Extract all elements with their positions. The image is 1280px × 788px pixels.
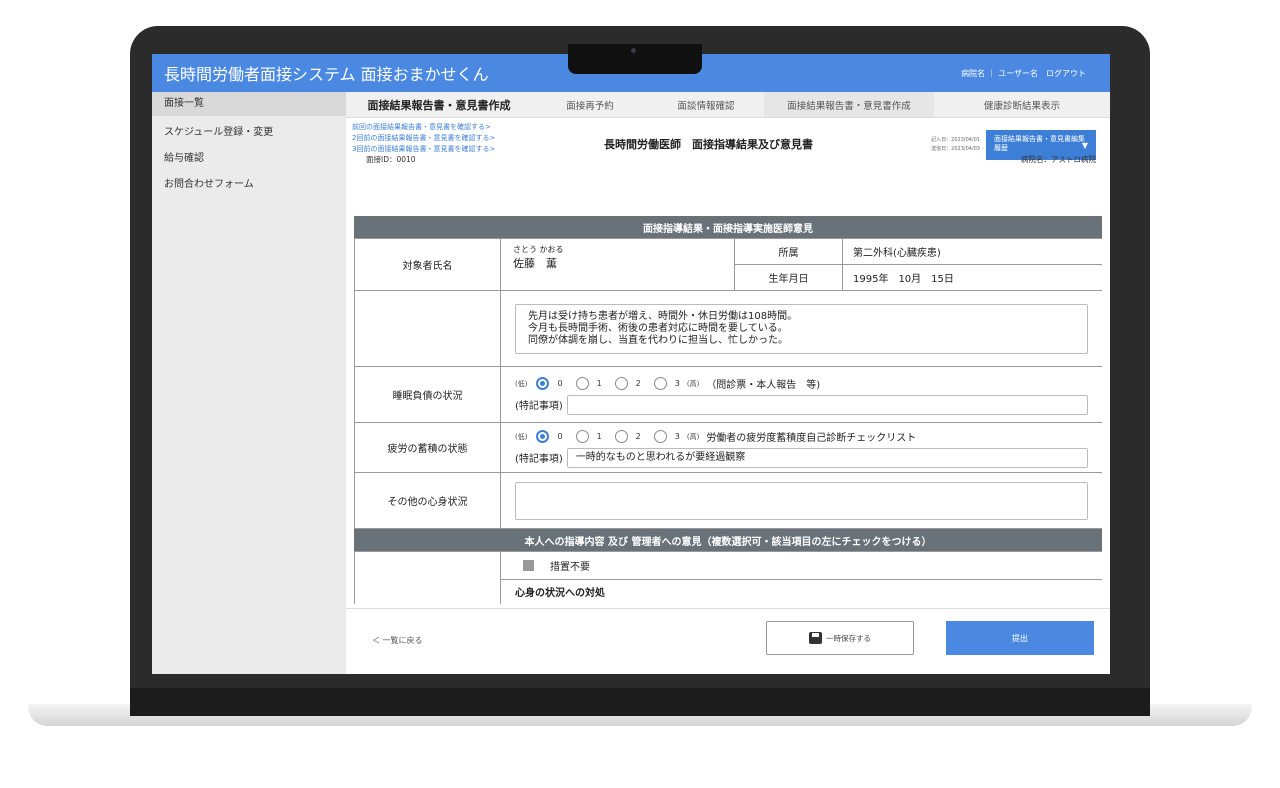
subject-name: 佐藤 薫 bbox=[513, 256, 557, 270]
fatigue-cell: (低) 0 1 2 3 (高) 労働者の疲労度蓄積度自己診断チェックリスト (特… bbox=[500, 422, 1102, 473]
sleep-radio-3[interactable] bbox=[653, 377, 667, 390]
section-header-results: 面接指導結果・面接指導実施医師意見 bbox=[354, 216, 1102, 238]
sidebar: 面接一覧 スケジュール登録・変更 給与確認 お問合わせフォーム bbox=[152, 92, 346, 674]
fatigue-radio-1[interactable] bbox=[575, 430, 589, 443]
sleep-debt-label: 睡眠負債の状況 bbox=[354, 366, 501, 423]
sidebar-item-salary[interactable]: 給与確認 bbox=[152, 148, 346, 170]
birthdate-label: 生年月日 bbox=[734, 264, 843, 291]
footer-bar: ＜ 一覧に戻る 一時保存する 提出 bbox=[346, 608, 1110, 674]
back-to-list-link[interactable]: ＜ 一覧に戻る bbox=[372, 635, 423, 646]
sleep-special-label: (特記事項) bbox=[515, 401, 563, 412]
department-value: 第二外科(心臓疾患) bbox=[842, 238, 1102, 265]
subject-name-label: 対象者氏名 bbox=[354, 238, 501, 291]
birthdate-value: 1995年 10月 15日 bbox=[842, 264, 1102, 291]
notes-textarea[interactable]: 先月は受け持ち患者が増え、時間外・休日労働は108時間。 今月も長時間手術、術後… bbox=[515, 303, 1088, 354]
previous-report-links: 前回の面接結果報告書・意見書を確認する> 2回前の面接結果報告書・意見書を確認す… bbox=[352, 122, 495, 155]
mental-response-cell: 心身の状況への対処 bbox=[500, 579, 1102, 604]
sidebar-item-schedule[interactable]: スケジュール登録・変更 bbox=[152, 122, 346, 144]
no-measure-cell: 措置不要 bbox=[500, 551, 1102, 580]
guidance-table: 措置不要 心身の状況への対処 bbox=[354, 551, 1102, 604]
other-condition-cell bbox=[500, 472, 1102, 529]
sleep-source: （問診票・本人報告 等) bbox=[706, 380, 821, 391]
department-label: 所属 bbox=[734, 238, 843, 265]
sleep-scale: (低) 0 1 2 3 (高) （問診票・本人報告 等) bbox=[501, 374, 1102, 394]
document-header: 前回の面接結果報告書・意見書を確認する> 2回前の面接結果報告書・意見書を確認す… bbox=[346, 118, 1110, 202]
fatigue-radio-0[interactable] bbox=[536, 430, 550, 443]
notes-line-1: 先月は受け持ち患者が増え、時間外・休日労働は108時間。 bbox=[528, 310, 798, 322]
edit-history-label: 面接結果報告書・意見書編集履歴 bbox=[994, 135, 1085, 152]
screen: 長時間労働者面接システム 面接おまかせくん 病院名 ｜ ユーザー名 ログアウト … bbox=[152, 54, 1110, 674]
fatigue-radio-3[interactable] bbox=[653, 430, 667, 443]
results-table: 対象者氏名 さとう かおる 佐藤 薫 所属 第二外科(心臓疾患) 生年月日 19… bbox=[354, 238, 1102, 529]
camera-icon bbox=[631, 48, 636, 53]
page-title: 面接結果報告書・意見書作成 bbox=[367, 98, 511, 112]
interview-id: 面接ID：0010 bbox=[366, 155, 416, 164]
document-title: 長時間労働医師 面接指導結果及び意見書 bbox=[604, 138, 813, 151]
section-header-guidance: 本人への指導内容 及び 管理者への意見（複数選択可・該当項目の左にチェックをつけ… bbox=[354, 529, 1102, 551]
notes-line-2: 今月も長時間手術、術後の患者対応に時間を要している。 bbox=[528, 322, 788, 334]
save-icon bbox=[809, 632, 822, 644]
sleep-radio-2[interactable] bbox=[614, 377, 628, 390]
subject-name-cell: さとう かおる 佐藤 薫 bbox=[500, 238, 735, 291]
mental-response-title: 心身の状況への対処 bbox=[515, 588, 605, 599]
notes-label-cell bbox=[354, 290, 501, 367]
fatigue-special-row: (特記事項) 一時的なものと思われるが要経過観察 bbox=[501, 447, 1102, 469]
fatigue-radio-2[interactable] bbox=[614, 430, 628, 443]
sleep-radio-1-label: 1 bbox=[596, 379, 602, 388]
fatigue-source: 労働者の疲労度蓄積度自己診断チェックリスト bbox=[706, 433, 917, 444]
tab-bar: 面接結果報告書・意見書作成 面接再予約 面談情報確認 面接結果報告書・意見書作成… bbox=[346, 92, 1110, 118]
fatigue-special-label: (特記事項) bbox=[515, 454, 563, 465]
sleep-radio-2-label: 2 bbox=[635, 379, 641, 388]
user-menu[interactable]: 病院名 ｜ ユーザー名 ログアウト bbox=[961, 68, 1110, 79]
sidebar-item-interview-list[interactable]: 面接一覧 bbox=[152, 92, 346, 116]
notes-line-3: 同僚が体調を崩し、当直を代わりに担当し、忙しかった。 bbox=[528, 334, 788, 346]
tab-interview-info[interactable]: 面談情報確認 bbox=[648, 92, 764, 117]
no-measure-row: 措置不要 bbox=[501, 553, 1102, 579]
no-measure-label: 措置不要 bbox=[550, 562, 590, 573]
sleep-low-label: (低) bbox=[515, 379, 528, 388]
no-measure-checkbox[interactable] bbox=[523, 560, 534, 571]
fatigue-scale: (低) 0 1 2 3 (高) 労働者の疲労度蓄積度自己診断チェックリスト bbox=[501, 427, 1102, 447]
previous-report-link-1[interactable]: 前回の面接結果報告書・意見書を確認する> bbox=[352, 122, 495, 133]
other-condition-label: その他の心身状況 bbox=[354, 472, 501, 529]
save-draft-label: 一時保存する bbox=[826, 633, 871, 643]
app-title: 長時間労働者面接システム 面接おまかせくん bbox=[164, 65, 489, 84]
sleep-radio-0[interactable] bbox=[536, 377, 550, 390]
laptop-bezel-bottom bbox=[130, 688, 1150, 716]
fatigue-special-input[interactable]: 一時的なものと思われるが要経過観察 bbox=[566, 447, 1088, 468]
fatigue-radio-2-label: 2 bbox=[635, 432, 641, 441]
notes-cell: 先月は受け持ち患者が増え、時間外・休日労働は108時間。 今月も長時間手術、術後… bbox=[500, 290, 1102, 367]
fatigue-radio-0-label: 0 bbox=[557, 432, 563, 441]
subject-furigana: さとう かおる bbox=[513, 244, 564, 254]
sleep-special-row: (特記事項) bbox=[501, 394, 1102, 416]
tab-health-checkup[interactable]: 健康診断結果表示 bbox=[934, 92, 1110, 117]
save-draft-button[interactable]: 一時保存する bbox=[766, 621, 914, 655]
sleep-high-label: (高) bbox=[686, 379, 700, 388]
sleep-radio-1[interactable] bbox=[575, 377, 589, 390]
hospital-name: 病院名：アストロ病院 bbox=[1021, 155, 1096, 164]
entry-date: 記入日：2023/04/01 bbox=[931, 137, 980, 143]
report-form: 面接指導結果・面接指導実施医師意見 対象者氏名 さとう かおる 佐藤 薫 所属 … bbox=[354, 216, 1102, 604]
tab-report[interactable]: 面接結果報告書・意見書作成 bbox=[764, 92, 934, 117]
previous-report-link-2[interactable]: 2回前の面接結果報告書・意見書を確認する> bbox=[352, 133, 495, 144]
submit-button[interactable]: 提出 bbox=[946, 621, 1094, 655]
fatigue-low-label: (低) bbox=[515, 432, 528, 441]
guidance-label-cell bbox=[354, 551, 501, 604]
sent-date: 送信日：2023/04/03 bbox=[931, 146, 980, 152]
sleep-radio-3-label: 3 bbox=[674, 379, 680, 388]
fatigue-radio-3-label: 3 bbox=[674, 432, 680, 441]
sleep-debt-cell: (低) 0 1 2 3 (高) （問診票・本人報告 等) (特記事項) bbox=[500, 366, 1102, 423]
fatigue-label: 疲労の蓄積の状態 bbox=[354, 422, 501, 473]
caret-down-icon: ▼ bbox=[1081, 141, 1088, 150]
sleep-radio-0-label: 0 bbox=[557, 379, 563, 388]
fatigue-high-label: (高) bbox=[686, 432, 700, 441]
main-content: 面接結果報告書・意見書作成 面接再予約 面談情報確認 面接結果報告書・意見書作成… bbox=[346, 92, 1110, 674]
tab-reschedule[interactable]: 面接再予約 bbox=[532, 92, 648, 117]
sleep-special-input[interactable] bbox=[566, 394, 1088, 415]
other-condition-input[interactable] bbox=[515, 481, 1088, 520]
document-dates: 記入日：2023/04/01 送信日：2023/04/03 bbox=[918, 136, 980, 154]
fatigue-radio-1-label: 1 bbox=[596, 432, 602, 441]
sidebar-item-contact[interactable]: お問合わせフォーム bbox=[152, 174, 346, 196]
